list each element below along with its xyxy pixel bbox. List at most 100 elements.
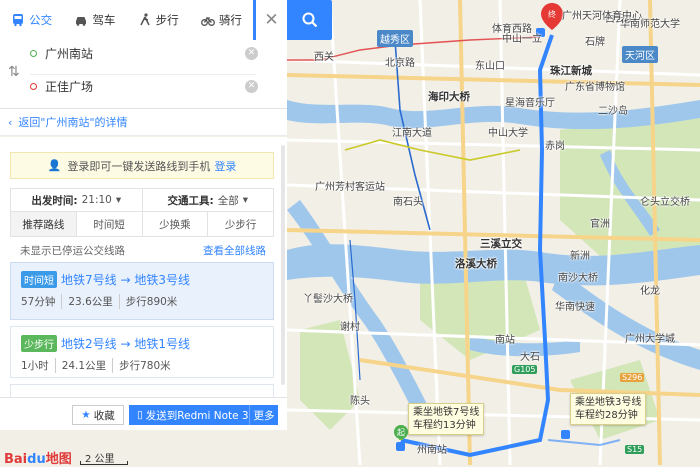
baidu-map-logo: Baidu地图 — [4, 448, 72, 467]
phone-icon: ▯ — [137, 409, 143, 421]
search-button[interactable] — [287, 0, 332, 40]
sort-tabs: 推荐路线 时间短 少换乘 少步行 — [10, 212, 274, 237]
map-label: 南沙大桥 — [558, 273, 598, 284]
map-label: 石牌 — [585, 37, 605, 48]
chevron-down-icon: ▾ — [115, 194, 122, 206]
hidden-note-text: 未显示已停运公交线路 — [20, 245, 125, 257]
route-tag: 时间短 — [21, 271, 57, 288]
map-label: 广州芳村客运站 — [315, 182, 385, 193]
transport-select[interactable]: 交通工具: 全部 ▾ — [143, 189, 274, 211]
map-label: 南站 — [495, 335, 515, 346]
send-to-phone-button[interactable]: ▯ 发送到Redmi Note 3 更多 — [129, 405, 278, 425]
user-icon: 👤 — [47, 159, 62, 172]
more-button[interactable]: 更多 — [249, 405, 278, 425]
callout-line: 乘坐地铁3号线 — [575, 397, 642, 408]
start-marker[interactable]: 起 — [394, 425, 408, 439]
map-label: 广东省博物馆 — [565, 82, 625, 93]
map-label: 华南师范大学 — [620, 19, 680, 30]
route-lines: 地铁2号线 → 地铁1号线 — [61, 337, 190, 351]
end-field[interactable]: 正佳广场 ✕ — [30, 75, 258, 97]
tab-label: 驾车 — [92, 13, 116, 27]
road-tag: G105 — [512, 365, 538, 374]
back-link-label: 返回"广州南站"的详情 — [18, 116, 128, 129]
start-value: 广州南站 — [45, 46, 94, 61]
route-tag: 少步行 — [21, 335, 57, 352]
favorite-button[interactable]: ★ 收藏 — [72, 405, 124, 425]
close-icon[interactable]: ✕ — [256, 0, 287, 40]
start-field[interactable]: 广州南站 ✕ — [30, 42, 258, 64]
login-link[interactable]: 登录 — [214, 158, 236, 174]
route-time: 1小时 — [21, 360, 49, 372]
map-label: 州南站 — [417, 445, 447, 456]
route-result[interactable]: 时间短 地铁7号线 → 地铁3号线 57分钟 23.6公里 步行890米 — [10, 262, 274, 320]
route-result[interactable]: 少步行 地铁2号线 → 地铁1号线 1小时 24.1公里 步行780米 — [10, 326, 274, 378]
route-callout-line3: 乘坐地铁3号线 车程约28分钟 — [570, 393, 647, 425]
metro-station-icon — [561, 430, 570, 439]
chevron-down-icon: ▾ — [242, 194, 248, 206]
login-tip-text: 登录即可一键发送路线到手机 — [67, 159, 211, 173]
map-label: 新洲 — [570, 251, 590, 262]
tab-shortest-time[interactable]: 时间短 — [77, 212, 143, 236]
map-label: 星海音乐厅 — [505, 98, 555, 109]
road-tag: S296 — [620, 373, 645, 382]
scrollbar[interactable] — [281, 145, 285, 385]
tab-walk[interactable]: 步行 — [127, 0, 190, 40]
bus-icon — [13, 14, 24, 27]
search-icon — [302, 12, 317, 28]
clear-end-icon[interactable]: ✕ — [245, 79, 258, 93]
route-time: 57分钟 — [21, 296, 56, 308]
tab-fewest-transfers[interactable]: 少换乘 — [143, 212, 209, 236]
back-link[interactable]: ‹ 返回"广州南站"的详情 — [0, 109, 287, 136]
swap-icon[interactable]: ⇅ — [8, 64, 20, 80]
tab-label: 公交 — [29, 13, 53, 27]
depart-time-select[interactable]: 出发时间: 21:10 ▾ — [11, 189, 143, 211]
callout-line: 车程约13分钟 — [413, 420, 476, 431]
map-label: 二沙岛 — [598, 106, 628, 117]
favorite-label: 收藏 — [93, 409, 115, 422]
end-marker-label: 终 — [548, 9, 556, 19]
map-label: 仑头立交桥 — [640, 197, 690, 208]
tab-label: 骑行 — [218, 13, 242, 27]
tab-car[interactable]: 驾车 — [63, 0, 126, 40]
end-dot-icon — [30, 82, 37, 90]
map-label: 赤岗 — [545, 141, 565, 152]
map-label: 海印大桥 — [428, 91, 470, 103]
clear-start-icon[interactable]: ✕ — [245, 46, 258, 60]
route-distance: 23.6公里 — [61, 294, 118, 309]
map-label: 体育西路 — [492, 24, 532, 35]
tab-least-walking[interactable]: 少步行 — [208, 212, 273, 236]
map-label: 洛溪大桥 — [455, 258, 497, 270]
view-all-lines-link[interactable]: 查看全部线路 — [203, 243, 266, 258]
map-label: 谢村 — [340, 322, 360, 333]
start-marker-label: 起 — [397, 428, 405, 437]
map-label: 化龙 — [640, 286, 660, 297]
travel-mode-tabs: 公交 驾车 步行 骑行 — [0, 0, 253, 41]
route-options: 出发时间: 21:10 ▾ 交通工具: 全部 ▾ — [10, 188, 274, 212]
route-walk: 步行780米 — [112, 358, 177, 373]
route-lines: 地铁7号线 → 地铁3号线 — [61, 273, 190, 287]
route-summary: 1小时 24.1公里 步行780米 — [21, 358, 177, 373]
route-result-partial[interactable] — [10, 384, 274, 398]
map-label: 西关 — [314, 52, 334, 63]
tab-recommended[interactable]: 推荐路线 — [11, 212, 77, 236]
district-label-yuexiu: 越秀区 — [377, 30, 413, 47]
map-label: 南石头 — [393, 197, 423, 208]
car-icon — [76, 17, 87, 26]
tab-bus[interactable]: 公交 — [0, 0, 63, 40]
results-card: 👤 登录即可一键发送路线到手机 登录 出发时间: 21:10 ▾ 交通工具: 全部 ▾ … — [0, 137, 287, 425]
map-label: 华南快速 — [555, 302, 595, 313]
route-walk: 步行890米 — [118, 294, 184, 309]
map-label: 东山口 — [475, 61, 505, 72]
tab-bike[interactable]: 骑行 — [190, 0, 253, 40]
hidden-lines-note: 未显示已停运公交线路 查看全部线路 — [20, 243, 266, 258]
depart-value: 21:10 — [81, 194, 112, 206]
panel-footer: ★ 收藏 ▯ 发送到Redmi Note 3 更多 — [0, 397, 287, 430]
map-label: 珠江新城 — [550, 65, 592, 77]
bike-icon — [200, 16, 215, 26]
depart-label: 出发时间: — [31, 194, 78, 207]
end-value: 正佳广场 — [45, 79, 94, 94]
chevron-left-icon: ‹ — [8, 115, 13, 129]
map-label: 官洲 — [590, 219, 610, 230]
map-label: 江南大道 — [392, 128, 432, 139]
map-label: 陈头 — [350, 396, 370, 407]
